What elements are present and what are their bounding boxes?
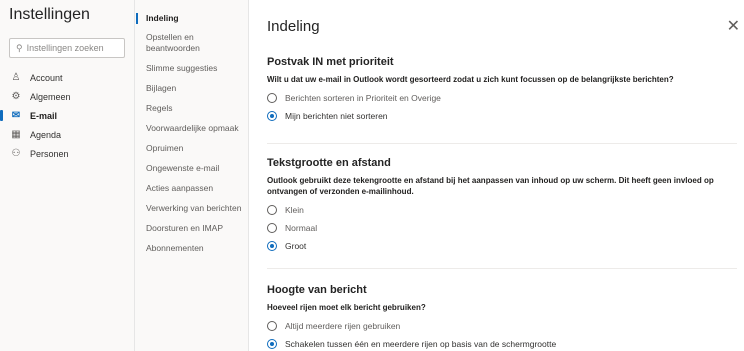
subsetting-bijlagen[interactable]: Bijlagen (135, 78, 249, 98)
nav-item-agenda[interactable]: ▦ Agenda (0, 125, 135, 144)
message-height-section: Hoogte van bericht Hoeveel rijen moet el… (267, 284, 737, 351)
close-icon[interactable]: ✕ (727, 16, 740, 36)
radio-option-dont-sort[interactable]: Mijn berichten niet sorteren (267, 107, 737, 125)
gear-icon: ⚙ (11, 91, 21, 102)
people-icon: ⚇ (11, 148, 21, 159)
radio-option-small[interactable]: Klein (267, 201, 737, 219)
option-label: Klein (285, 205, 304, 215)
subsetting-opstellen[interactable]: Opstellen en beantwoorden (135, 28, 249, 58)
radio-button-selected[interactable] (267, 339, 277, 349)
calendar-icon: ▦ (11, 129, 21, 140)
email-subsettings-pane: Indeling Opstellen en beantwoorden Slimm… (135, 0, 249, 351)
text-size-section: Tekstgrootte en afstand Outlook gebruikt… (267, 157, 737, 255)
focused-inbox-section: Postvak IN met prioriteit Wilt u dat uw … (267, 56, 737, 125)
subsetting-slimme-suggesties[interactable]: Slimme suggesties (135, 58, 249, 78)
nav-item-account[interactable]: ♙ Account (0, 68, 135, 87)
option-label: Berichten sorteren in Prioriteit en Over… (285, 93, 441, 103)
nav-item-personen[interactable]: ⚇ Personen (0, 144, 135, 163)
nav-item-label: Personen (30, 148, 69, 159)
option-label: Schakelen tussen één en meerdere rijen o… (285, 339, 557, 349)
nav-item-algemeen[interactable]: ⚙ Algemeen (0, 87, 135, 106)
radio-button[interactable] (267, 223, 277, 233)
settings-title: Instellingen (9, 6, 90, 23)
option-label: Altijd meerdere rijen gebruiken (285, 321, 401, 331)
nav-item-label: E-mail (30, 110, 58, 121)
radio-button[interactable] (267, 93, 277, 103)
radio-option-switch-rows[interactable]: Schakelen tussen één en meerdere rijen o… (267, 335, 737, 351)
section-title: Hoogte van bericht (267, 284, 367, 296)
section-description: Wilt u dat uw e-mail in Outlook wordt ge… (267, 75, 674, 84)
radio-option-normal[interactable]: Normaal (267, 219, 737, 237)
person-icon: ♙ (11, 72, 21, 83)
radio-option-multiple-rows[interactable]: Altijd meerdere rijen gebruiken (267, 317, 737, 335)
subsetting-ongewenste-email[interactable]: Ongewenste e-mail (135, 158, 249, 178)
section-description: Hoeveel rijen moet elk bericht gebruiken… (267, 303, 426, 312)
layout-settings-panel: Indeling ✕ Postvak IN met prioriteit Wil… (249, 0, 744, 351)
email-subsettings-list: Indeling Opstellen en beantwoorden Slimm… (135, 8, 249, 258)
search-placeholder: Instellingen zoeken (26, 43, 104, 53)
settings-search-input[interactable]: ⚲ Instellingen zoeken (9, 38, 125, 58)
settings-nav-pane: Instellingen ⚲ Instellingen zoeken ♙ Acc… (0, 0, 135, 351)
option-label: Mijn berichten niet sorteren (285, 111, 388, 121)
option-label: Normaal (285, 223, 318, 233)
section-title: Tekstgrootte en afstand (267, 157, 391, 169)
nav-item-label: Account (30, 72, 63, 83)
radio-button-selected[interactable] (267, 241, 277, 251)
page-title: Indeling (267, 18, 320, 35)
section-divider (267, 268, 737, 269)
radio-button[interactable] (267, 321, 277, 331)
radio-button[interactable] (267, 205, 277, 215)
option-label: Groot (285, 241, 307, 251)
subsetting-acties-aanpassen[interactable]: Acties aanpassen (135, 178, 249, 198)
nav-item-label: Agenda (30, 129, 62, 140)
radio-button-selected[interactable] (267, 111, 277, 121)
nav-item-label: Algemeen (30, 91, 71, 102)
subsetting-doorsturen-imap[interactable]: Doorsturen en IMAP (135, 218, 249, 238)
section-title: Postvak IN met prioriteit (267, 56, 394, 68)
section-divider (267, 143, 737, 144)
subsetting-verwerking-berichten[interactable]: Verwerking van berichten (135, 198, 249, 218)
subsetting-abonnementen[interactable]: Abonnementen (135, 238, 249, 258)
radio-option-sort-focused[interactable]: Berichten sorteren in Prioriteit en Over… (267, 89, 737, 107)
subsetting-opruimen[interactable]: Opruimen (135, 138, 249, 158)
settings-category-list: ♙ Account ⚙ Algemeen ✉ E-mail ▦ Agenda ⚇… (0, 68, 135, 163)
search-icon: ⚲ (16, 42, 23, 53)
subsetting-indeling[interactable]: Indeling (135, 8, 249, 28)
radio-option-large[interactable]: Groot (267, 237, 737, 255)
nav-item-email[interactable]: ✉ E-mail (0, 106, 135, 125)
subsetting-regels[interactable]: Regels (135, 98, 249, 118)
mail-icon: ✉ (11, 110, 21, 121)
section-description: Outlook gebruikt deze tekengrootte en af… (267, 176, 714, 196)
subsetting-voorwaardelijke-opmaak[interactable]: Voorwaardelijke opmaak (135, 118, 249, 138)
